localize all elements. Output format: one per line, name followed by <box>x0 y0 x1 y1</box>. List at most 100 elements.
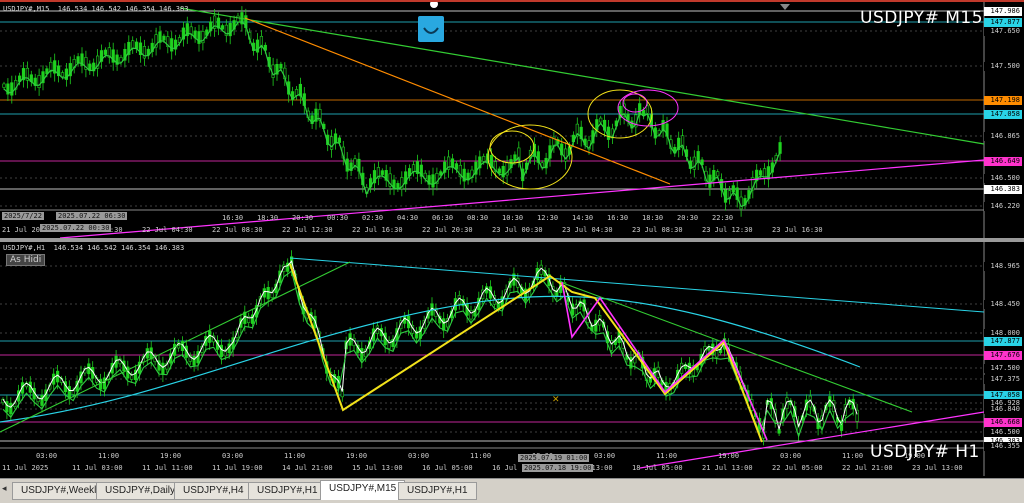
h1-time-sublabel: 19:00 <box>160 452 182 460</box>
h1-time-label: 16 Jul 05:00 <box>422 464 473 472</box>
h1-price-label: 147.500 <box>984 364 1022 373</box>
m15-candle <box>10 82 14 96</box>
m15-candle <box>431 174 435 188</box>
h1-crosshair-date-b: 2025.07.18 19:00 <box>522 464 594 472</box>
h1-candle <box>442 318 446 331</box>
m15-time-sublabel: 20:30 <box>292 214 314 222</box>
h1-time-label: 22 Jul 05:00 <box>772 464 823 472</box>
h1-price-label: 146.355 <box>984 442 1022 451</box>
h1-candle <box>360 348 364 361</box>
m15-candle <box>135 41 139 49</box>
h1-time-label: 11 Jul 19:00 <box>212 464 263 472</box>
m15-candle <box>37 75 41 88</box>
m15-time-label: 22 Jul 04:30 <box>142 226 193 234</box>
m15-time-sublabel: 02:30 <box>362 214 384 222</box>
m15-candle <box>353 158 357 166</box>
m15-time-label: 23 Jul 12:30 <box>702 226 753 234</box>
h1-chart-canvas[interactable]: ✕ <box>0 242 1024 476</box>
m15-trendline-orange <box>244 17 671 185</box>
m15-candle <box>189 26 193 35</box>
m15-crosshair-date-a: 2025.07.22 00:30 <box>40 224 112 232</box>
h1-trendline-cyan <box>289 257 985 313</box>
m15-time-sublabel: 06:30 <box>432 214 454 222</box>
h1-time-sublabel: 03:00 <box>594 452 616 460</box>
h1-time-label: 15 Jul 13:00 <box>352 464 403 472</box>
m15-trendline-green <box>179 7 985 145</box>
h1-candle <box>266 287 270 300</box>
h1-price-label: 147.375 <box>984 375 1022 384</box>
h1-candle <box>161 362 165 375</box>
m15-time-sublabel: 08:30 <box>467 214 489 222</box>
m15-candle <box>716 171 720 177</box>
h1-time-sublabel: 03:00 <box>222 452 244 460</box>
h1-time-sublabel: 03:00 <box>408 452 430 460</box>
m15-candle <box>220 25 225 30</box>
m15-time-sublabel: 14:30 <box>572 214 594 222</box>
m15-price-label: 146.865 <box>984 132 1022 141</box>
m15-time-sublabel: 00:30 <box>327 214 349 222</box>
m15-time-label: 22 Jul 12:30 <box>282 226 333 234</box>
m15-chart-canvas[interactable] <box>0 2 1024 240</box>
m15-time-sublabel: 18:30 <box>257 214 279 222</box>
chart-tab[interactable]: USDJPY#,M15 <box>320 480 406 500</box>
chart-tab[interactable]: USDJPY#,H1 <box>248 482 327 500</box>
m15-price-label: 146.649 <box>984 157 1022 166</box>
m15-candle <box>236 15 240 23</box>
m15-time-label: 23 Jul 16:30 <box>772 226 823 234</box>
m15-price-label: 147.198 <box>984 96 1022 105</box>
m15-candle <box>162 35 166 41</box>
as-hidi-button[interactable]: As Hidi <box>6 254 46 266</box>
h1-time-label: 18 Jul 05:00 <box>632 464 683 472</box>
m15-time-label: 23 Jul 00:30 <box>492 226 543 234</box>
m15-price-label: 147.877 <box>984 18 1022 27</box>
h1-candle <box>777 428 781 434</box>
m15-time-label: 23 Jul 08:30 <box>632 226 683 234</box>
h1-time-label: 22 Jul 21:00 <box>842 464 893 472</box>
m15-time-sublabel: 20:30 <box>677 214 699 222</box>
m15-time-label: 22 Jul 16:30 <box>352 226 403 234</box>
m15-candle <box>294 89 299 96</box>
h1-time-sublabel: 11:00 <box>284 452 306 460</box>
h1-time-sublabel: 19:00 <box>346 452 368 460</box>
h1-time-sublabel: 19:00 <box>718 452 740 460</box>
m15-candle <box>482 156 486 162</box>
chart-tab[interactable]: USDJPY#,H4 <box>174 482 253 500</box>
m15-candle <box>60 72 65 78</box>
m15-candle <box>279 63 283 69</box>
m15-time-label: 23 Jul 04:30 <box>562 226 613 234</box>
h1-chart-pane[interactable]: ✕ USDJPY#,H1 146.534 146.542 146.354 146… <box>0 242 1024 476</box>
chart-tab[interactable]: USDJPY#,H1 <box>398 482 477 500</box>
h1-candle <box>594 319 598 332</box>
m15-yellow-ellipse <box>489 130 535 164</box>
m15-shift-marker <box>430 2 438 8</box>
m15-candle <box>599 117 603 123</box>
h1-time-label: 23 Jul 13:00 <box>912 464 963 472</box>
m15-crosshair-date-b: 2025.07.22 06:30 <box>56 212 128 220</box>
m15-candle <box>2 83 6 88</box>
h1-candle <box>219 344 224 357</box>
m15-crosshair-date-top: 2025/7/22 <box>2 212 44 220</box>
alert-icon[interactable] <box>418 16 444 42</box>
tab-scroll-left-icon[interactable]: ◂ <box>2 484 7 494</box>
h1-candle <box>9 402 13 415</box>
m15-candle <box>170 38 174 52</box>
chart-tab-bar: ◂ USDJPY#,Weekly USDJPY#,Daily USDJPY#,H4 U… <box>0 478 1024 503</box>
h1-candle <box>192 355 196 366</box>
h1-time-sublabel: 03:00 <box>780 452 802 460</box>
m15-candle <box>758 170 763 176</box>
m15-magenta-ellipse <box>622 93 648 113</box>
h1-time-sublabel: 11:00 <box>98 452 120 460</box>
m15-candle <box>131 40 135 49</box>
m15-price-label: 146.220 <box>984 202 1022 211</box>
h1-chart-header: USDJPY#,H1 146.534 146.542 146.354 146.3… <box>3 244 185 252</box>
m15-chart-pane[interactable]: USDJPY#,M15 146.534 146.542 146.354 146.… <box>0 0 1024 240</box>
m15-candle <box>103 49 107 55</box>
h1-candle <box>102 377 106 390</box>
h1-price-label: 146.500 <box>984 428 1022 437</box>
chart-tab[interactable]: USDJPY#,Daily <box>96 482 185 500</box>
m15-symbol-label: USDJPY# M15 <box>860 8 984 28</box>
h1-time-label: 11 Jul 2025 <box>2 464 49 472</box>
m15-candle <box>337 137 342 143</box>
h1-price-label: 147.877 <box>984 337 1022 346</box>
m15-price-label: 147.500 <box>984 62 1022 71</box>
